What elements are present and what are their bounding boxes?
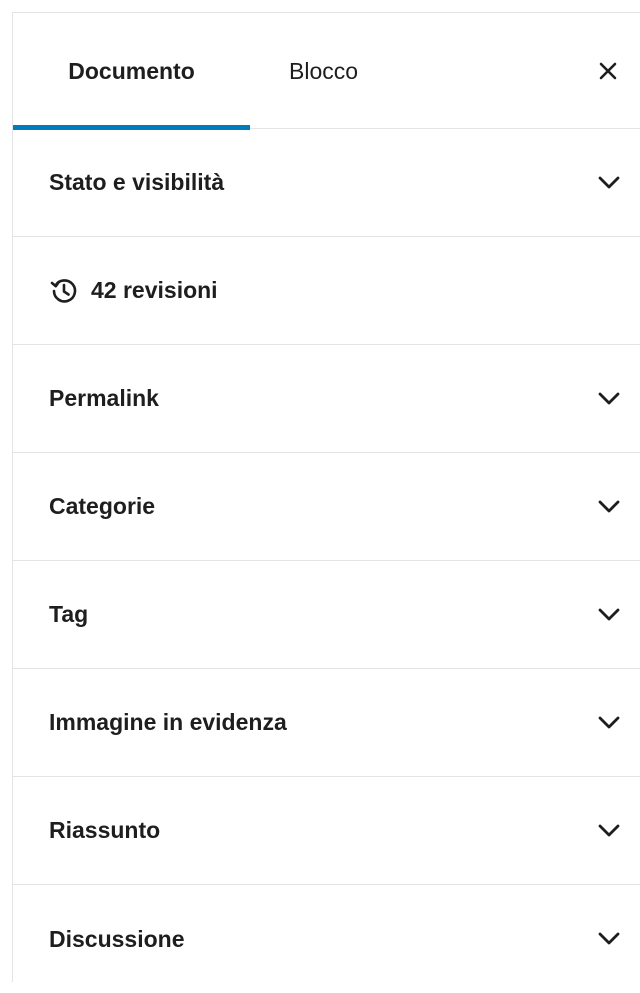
tab-block[interactable]: Blocco	[250, 13, 448, 129]
tab-block-label: Blocco	[289, 57, 359, 84]
panel-label: Stato e visibilità	[49, 169, 225, 195]
revisions-link[interactable]: 42 revisioni	[13, 237, 640, 345]
chevron-down-icon	[596, 602, 622, 628]
close-sidebar-button[interactable]	[590, 53, 626, 89]
tab-document[interactable]: Documento	[13, 13, 250, 130]
close-icon	[599, 62, 617, 80]
document-settings-sidebar: Documento Blocco Stato e visibilità 42 r…	[12, 12, 640, 982]
panel-permalink[interactable]: Permalink	[13, 345, 640, 453]
panel-label: Permalink	[49, 385, 159, 411]
panel-stato-visibilita[interactable]: Stato e visibilità	[13, 129, 640, 237]
revisions-label: 42 revisioni	[91, 277, 218, 303]
panel-discussione[interactable]: Discussione	[13, 885, 640, 993]
history-icon	[49, 276, 79, 306]
panel-tag[interactable]: Tag	[13, 561, 640, 669]
panel-label: Tag	[49, 601, 89, 627]
panel-immagine-evidenza[interactable]: Immagine in evidenza	[13, 669, 640, 777]
chevron-down-icon	[596, 926, 622, 952]
chevron-down-icon	[596, 170, 622, 196]
chevron-down-icon	[596, 494, 622, 520]
panel-label: Categorie	[49, 493, 156, 519]
chevron-down-icon	[596, 386, 622, 412]
panel-label: Discussione	[49, 925, 185, 952]
panel-riassunto[interactable]: Riassunto	[13, 777, 640, 885]
sidebar-tabs: Documento Blocco	[13, 13, 640, 130]
panel-label: Immagine in evidenza	[49, 709, 287, 735]
chevron-down-icon	[596, 818, 622, 844]
panel-categorie[interactable]: Categorie	[13, 453, 640, 561]
panel-label: Riassunto	[49, 817, 161, 843]
tab-document-label: Documento	[68, 57, 195, 84]
chevron-down-icon	[596, 710, 622, 736]
